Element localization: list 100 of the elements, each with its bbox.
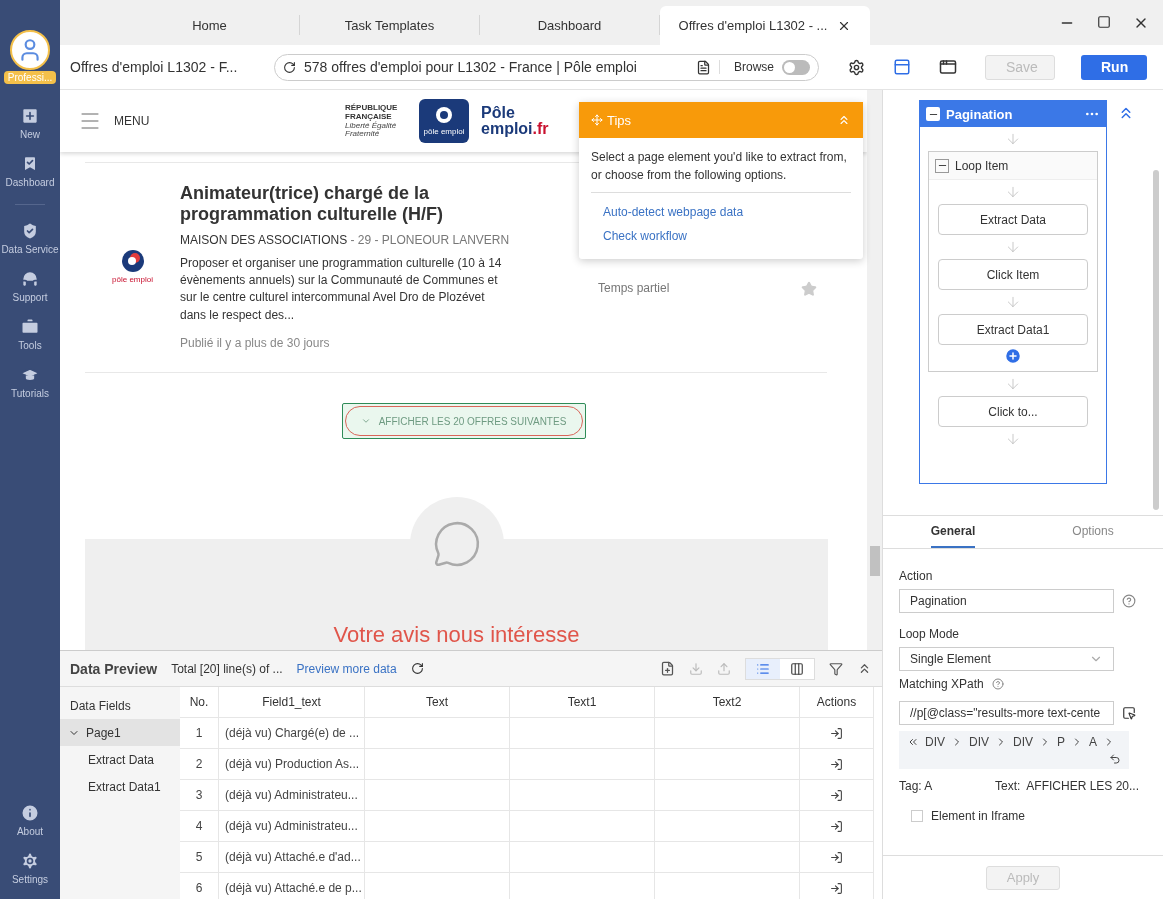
export-row-icon[interactable] xyxy=(830,726,843,740)
sidebar-item[interactable]: Support xyxy=(12,269,48,303)
connector-arrow xyxy=(1005,184,1021,200)
workflow-step[interactable]: Extract Data1 xyxy=(938,314,1088,345)
path-item[interactable]: A xyxy=(1089,735,1098,749)
table-cell: 2 xyxy=(180,749,219,780)
run-button[interactable]: Run xyxy=(1081,54,1147,80)
iframe-checkbox[interactable] xyxy=(911,810,923,822)
refresh-icon[interactable] xyxy=(410,662,424,675)
tab[interactable]: Home xyxy=(120,15,300,35)
loop-mode-select[interactable]: Single Element xyxy=(899,647,1114,671)
workflow-step[interactable]: Extract Data xyxy=(938,204,1088,235)
export-row-icon[interactable] xyxy=(830,819,843,833)
tips-title: Tips xyxy=(607,112,633,128)
tips-link[interactable]: Auto-detect webpage data xyxy=(603,205,839,219)
tree-label: Page1 xyxy=(86,725,121,740)
loop-node[interactable]: Pagination Loop Item Extract Data Click Item Extract Data1 Click to... xyxy=(919,100,1107,484)
double-chevron-icon[interactable] xyxy=(907,736,919,748)
export-row-icon[interactable] xyxy=(830,757,843,771)
export-row-icon[interactable] xyxy=(830,881,843,895)
loop-item-node[interactable]: Loop Item Extract Data Click Item Extract Data1 xyxy=(928,151,1098,372)
job-title[interactable]: Animateur(trice) chargé de la programmation culturelle (H/F) xyxy=(180,183,510,225)
republic-logo-text: RÉPUBLIQUE FRANÇAISE xyxy=(345,104,399,121)
maximize-icon[interactable] xyxy=(1097,14,1111,29)
tips-link[interactable]: Check workflow xyxy=(603,229,839,243)
scrollbar[interactable] xyxy=(1153,170,1159,510)
sidebar-item[interactable]: Tools xyxy=(18,317,42,351)
path-item[interactable]: DIV xyxy=(925,735,945,749)
field-label: Matching XPath xyxy=(899,677,984,691)
add-step-icon[interactable] xyxy=(1004,347,1022,365)
sidebar-item[interactable]: Dashboard xyxy=(5,154,55,188)
export-row-icon[interactable] xyxy=(830,850,843,864)
workflow-step[interactable]: Click to... xyxy=(938,396,1088,427)
sidebar-label: Dashboard xyxy=(5,177,55,188)
sidebar-label: Settings xyxy=(11,874,49,885)
panel-icon[interactable] xyxy=(893,58,911,76)
brand-logo: pôle emploi xyxy=(419,99,469,143)
column-header: Actions xyxy=(800,687,874,718)
table-cell: (déjà vu) Administrateu... xyxy=(219,811,365,842)
path-item[interactable]: DIV xyxy=(1013,735,1034,749)
connector-arrow xyxy=(1005,294,1021,310)
tree-item[interactable]: Extract Data xyxy=(60,746,180,773)
connector-arrow xyxy=(1005,131,1021,147)
add-file-icon[interactable] xyxy=(660,661,675,676)
avatar[interactable] xyxy=(10,30,50,70)
sidebar-item[interactable]: New xyxy=(20,106,40,140)
text-info: Text: AFFICHER LES 20... xyxy=(994,779,1139,793)
menu-label[interactable]: MENU xyxy=(114,114,150,128)
browse-toggle[interactable] xyxy=(782,59,810,75)
connector-arrow xyxy=(1005,376,1021,392)
published-date: Publié il y a plus de 30 jours xyxy=(180,336,331,351)
tab[interactable]: Task Templates xyxy=(300,15,480,35)
collapse-node-icon[interactable] xyxy=(926,107,940,121)
job-description: Proposer et organiser une programmation culturelle (10 à 14 évènements annuels) sur la Communauté de Communes et sur le centre culturel intercommunal Avel Dro de Plozévet dans le respect des... xyxy=(180,254,503,324)
path-item[interactable]: P xyxy=(1057,735,1066,749)
sidebar-label: Data Service xyxy=(1,244,59,255)
tips-text: Select a page element you'd like to extract from, or choose from the following options. xyxy=(591,148,851,193)
sidebar-label: New xyxy=(20,129,40,140)
settings-icon[interactable] xyxy=(848,58,865,76)
sidebar-item[interactable]: Settings xyxy=(11,851,49,885)
export-row-icon[interactable] xyxy=(830,788,843,802)
sidebar-label: Support xyxy=(12,292,48,303)
tree-item[interactable]: Extract Data1 xyxy=(60,773,180,800)
action-field[interactable]: Pagination xyxy=(899,589,1114,613)
connector-arrow xyxy=(1005,431,1021,447)
tree-item[interactable]: Page1 xyxy=(60,719,180,746)
preview-more-link[interactable]: Preview more data xyxy=(296,661,397,676)
path-item[interactable]: DIV xyxy=(969,735,990,749)
checkbox-label: Element in Iframe xyxy=(931,809,1026,823)
xpath-field[interactable]: //p[@class="results-more text-cente xyxy=(899,701,1114,725)
company-location: MAISON DES ASSOCIATIONS - 29 - PLONEOUR LANVERN xyxy=(180,232,510,249)
filter-icon[interactable] xyxy=(829,661,843,676)
help-icon[interactable] xyxy=(991,678,1004,690)
table-cell: (déjà vu) Administrateu... xyxy=(219,780,365,811)
column-header: No. xyxy=(180,687,219,718)
scrollbar[interactable] xyxy=(867,90,882,650)
sidebar-label: About xyxy=(16,826,44,837)
table-cell: 6 xyxy=(180,873,219,899)
sidebar-item[interactable]: Tutorials xyxy=(11,365,49,399)
window-icon[interactable] xyxy=(939,58,957,76)
element-picker-icon[interactable] xyxy=(1122,706,1136,720)
table-cell: (déjà vu) Attaché.e de p... xyxy=(219,873,365,899)
star-icon[interactable] xyxy=(801,281,817,297)
table-cell: 1 xyxy=(180,718,219,749)
tab[interactable]: Options xyxy=(1072,516,1114,548)
reload-icon[interactable] xyxy=(283,60,296,74)
tab[interactable]: Offres d'emploi L1302 - ... xyxy=(660,6,870,45)
document-icon[interactable] xyxy=(696,59,711,75)
briefcase-icon xyxy=(20,317,40,337)
sidebar-item[interactable]: Data Service xyxy=(1,221,59,255)
table-cell: 5 xyxy=(180,842,219,873)
undo-icon[interactable] xyxy=(1109,753,1121,765)
tab[interactable]: General xyxy=(930,516,976,548)
list-icon xyxy=(756,661,770,676)
plan-badge: Professi... xyxy=(4,71,56,84)
view-toggle-button[interactable] xyxy=(746,658,780,679)
workflow-step[interactable]: Click Item xyxy=(938,259,1088,290)
collapse-node-icon[interactable] xyxy=(935,158,949,173)
sidebar-item[interactable]: About xyxy=(16,803,44,837)
connector-arrow xyxy=(1005,239,1021,255)
